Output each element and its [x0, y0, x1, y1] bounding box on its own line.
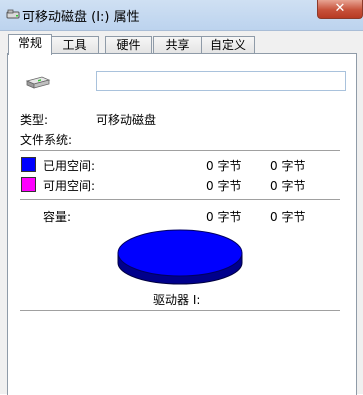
free-space-swatch — [21, 177, 36, 192]
divider — [20, 199, 340, 201]
window-title: 可移动磁盘 (I:) 属性 — [22, 10, 140, 25]
file-system-label: 文件系统: — [20, 133, 73, 147]
used-space-swatch — [21, 157, 36, 172]
close-button[interactable]: ✕ — [317, 0, 363, 19]
close-icon: ✕ — [334, 1, 346, 16]
used-space-label: 已用空间: — [43, 159, 96, 173]
tab-hardware[interactable]: 硬件 — [105, 36, 152, 54]
divider — [20, 310, 340, 312]
tab-general[interactable]: 常规 — [8, 34, 52, 55]
drive-label: 驱动器 I: — [153, 293, 201, 307]
capacity-size: 0 字节 — [270, 210, 306, 224]
free-space-label: 可用空间: — [43, 179, 96, 193]
tab-tools[interactable]: 工具 — [50, 36, 99, 54]
properties-window: 可移动磁盘 (I:) 属性 ✕ 常规 工具 硬件 共享 自定义 类型: 可移动磁… — [0, 0, 363, 395]
usb-drive-icon — [25, 76, 51, 89]
used-space-bytes: 0 字节 — [206, 159, 242, 173]
free-space-size: 0 字节 — [270, 179, 306, 193]
general-panel: 类型: 可移动磁盘 文件系统: 已用空间: 0 字节 0 字节 可用空间: 0 … — [7, 53, 357, 395]
tab-customize[interactable]: 自定义 — [201, 36, 255, 54]
type-value: 可移动磁盘 — [96, 113, 157, 127]
drive-name-input[interactable] — [96, 71, 346, 91]
free-space-bytes: 0 字节 — [206, 179, 242, 193]
divider — [20, 150, 340, 152]
pie-top — [117, 229, 243, 277]
title-bar[interactable]: 可移动磁盘 (I:) 属性 ✕ — [0, 0, 363, 31]
disk-usage-pie — [117, 229, 243, 285]
usb-drive-icon — [6, 9, 20, 19]
used-space-size: 0 字节 — [270, 159, 306, 173]
type-label: 类型: — [20, 113, 49, 127]
tab-sharing[interactable]: 共享 — [153, 36, 202, 54]
capacity-label: 容量: — [43, 210, 72, 224]
capacity-bytes: 0 字节 — [206, 210, 242, 224]
